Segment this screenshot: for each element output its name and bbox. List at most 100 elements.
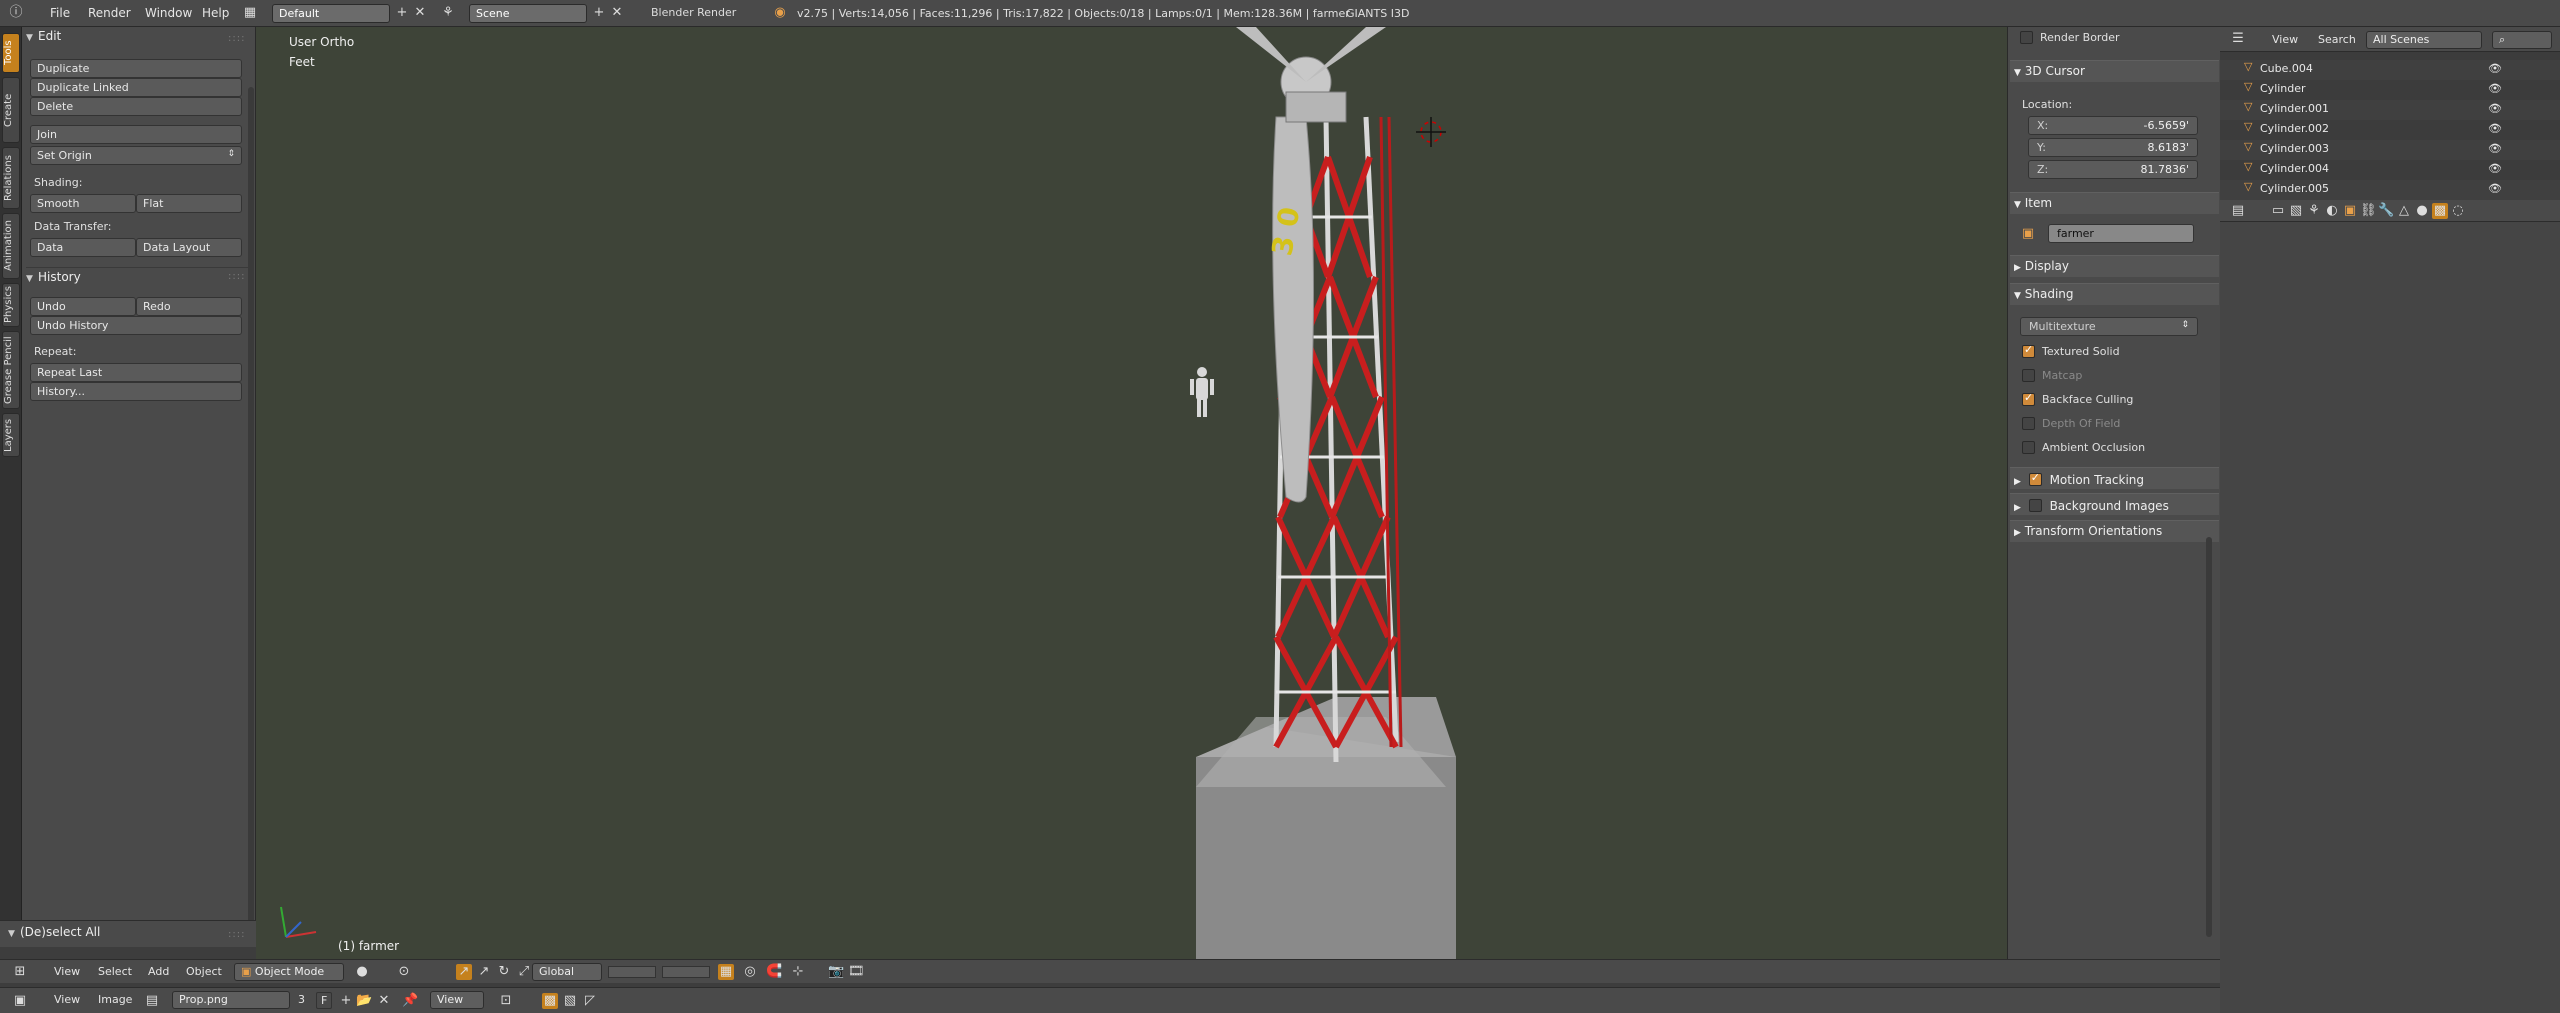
world-tab-icon[interactable]: ◐: [2324, 203, 2340, 219]
transform-orientations-panel-header[interactable]: ▶ Transform Orientations: [2010, 520, 2219, 542]
backface-culling-checkbox[interactable]: [2022, 391, 2035, 406]
add-scene-icon[interactable]: +: [591, 5, 607, 21]
material-tab-icon[interactable]: ●: [2414, 203, 2430, 219]
motion-tracking-checkbox[interactable]: [2028, 471, 2042, 486]
visibility-eye-icon[interactable]: 👁: [2488, 82, 2502, 95]
view-menu[interactable]: View: [50, 964, 84, 981]
tab-create[interactable]: Create: [2, 77, 20, 143]
render-tab-icon[interactable]: ▭: [2270, 203, 2286, 219]
snap-magnet-icon[interactable]: 🧲: [766, 964, 782, 980]
screen-layout-icon[interactable]: ▦: [242, 5, 258, 21]
render-border-checkbox[interactable]: [2020, 31, 2033, 44]
outliner-search-menu[interactable]: Search: [2314, 32, 2360, 49]
set-origin-select[interactable]: Set Origin ⇕: [30, 146, 242, 165]
tab-grease-pencil[interactable]: Grease Pencil: [2, 331, 20, 409]
visibility-eye-icon[interactable]: 👁: [2488, 102, 2502, 115]
outliner-row[interactable]: ▽ Cylinder 👁: [2220, 80, 2560, 100]
object-menu[interactable]: Object: [182, 964, 226, 981]
add-menu[interactable]: Add: [144, 964, 173, 981]
data-button[interactable]: Data: [30, 238, 136, 257]
physics-tab-icon[interactable]: ◌: [2450, 203, 2466, 219]
image-view-mode-select[interactable]: View: [430, 991, 484, 1009]
motion-tracking-panel-header[interactable]: ▶ Motion Tracking: [2010, 467, 2219, 489]
pin-image-icon[interactable]: 📌: [402, 993, 418, 1009]
tab-relations[interactable]: Relations: [2, 147, 20, 209]
manipulator-toggle-icon[interactable]: ↗: [456, 964, 472, 980]
scene-tab-icon[interactable]: ⚘: [2306, 203, 2322, 219]
layers-grid-right[interactable]: [662, 966, 710, 978]
cursor-panel-header[interactable]: ▼ 3D Cursor: [2010, 60, 2219, 82]
pivot-point-icon[interactable]: ⊙: [396, 964, 412, 980]
scale-manipulator-icon[interactable]: ⤢: [516, 964, 532, 980]
outliner-row[interactable]: ▽ Cylinder.005 👁: [2220, 180, 2560, 200]
delete-button[interactable]: Delete: [30, 97, 242, 116]
image-editor-icon[interactable]: ▣: [12, 993, 28, 1009]
flat-button[interactable]: Flat: [136, 194, 242, 213]
proportional-edit-icon[interactable]: ◎: [742, 964, 758, 980]
data-tab-icon[interactable]: △: [2396, 203, 2412, 219]
visibility-eye-icon[interactable]: 👁: [2488, 142, 2502, 155]
properties-scrollbar[interactable]: [2206, 537, 2212, 937]
3d-view-editor-icon[interactable]: ⊞: [12, 964, 28, 980]
visibility-eye-icon[interactable]: 👁: [2488, 182, 2502, 195]
scene-icon[interactable]: ⚘: [440, 5, 456, 21]
lock-camera-layers-icon[interactable]: ▦: [718, 964, 734, 980]
outliner-editor-icon[interactable]: ☰: [2230, 31, 2246, 47]
image-view-menu[interactable]: View: [50, 992, 84, 1009]
menu-render[interactable]: Render: [88, 6, 131, 20]
outliner-view-menu[interactable]: View: [2268, 32, 2302, 49]
textured-solid-checkbox[interactable]: [2022, 343, 2035, 358]
constraints-tab-icon[interactable]: ⛓: [2360, 203, 2377, 219]
menu-file[interactable]: File: [50, 6, 70, 20]
texture-tab-icon[interactable]: ▩: [2432, 203, 2448, 219]
duplicate-linked-button[interactable]: Duplicate Linked: [30, 78, 242, 97]
tab-physics[interactable]: Physics: [2, 283, 20, 327]
undo-history-button[interactable]: Undo History: [30, 316, 242, 335]
remove-layout-icon[interactable]: ✕: [412, 5, 428, 21]
toolshelf-scrollbar[interactable]: [248, 87, 254, 937]
add-layout-icon[interactable]: +: [394, 5, 410, 21]
object-name-field[interactable]: farmer: [2048, 224, 2194, 243]
info-editor-icon[interactable]: ⓘ: [8, 5, 24, 21]
modifiers-tab-icon[interactable]: 🔧: [2378, 203, 2394, 219]
open-image-icon[interactable]: 📂: [356, 993, 372, 1009]
history-button[interactable]: History...: [30, 382, 242, 401]
pivot-icon[interactable]: ⊡: [498, 993, 514, 1009]
tab-animation[interactable]: Animation: [2, 213, 20, 279]
object-tab-icon[interactable]: ▣: [2342, 203, 2358, 219]
shading-panel-header[interactable]: ▼ Shading: [2010, 283, 2219, 305]
visibility-eye-icon[interactable]: 👁: [2488, 162, 2502, 175]
matcap-checkbox[interactable]: [2022, 369, 2035, 382]
outliner-row[interactable]: ▽ Cylinder.001 👁: [2220, 100, 2560, 120]
ambient-occlusion-checkbox[interactable]: [2022, 441, 2035, 454]
snap-element-icon[interactable]: ⊹: [790, 964, 806, 980]
image-menu[interactable]: Image: [94, 992, 136, 1009]
panel-drag-handle-icon[interactable]: ::::: [228, 929, 245, 940]
outliner-display-mode-select[interactable]: All Scenes: [2366, 31, 2482, 49]
tab-layers[interactable]: Layers: [2, 413, 20, 457]
tab-tools[interactable]: Tools: [2, 33, 20, 73]
image-channels-icon[interactable]: ▩: [542, 993, 558, 1009]
display-panel-header[interactable]: ▶ Display: [2010, 255, 2219, 277]
image-display-icon[interactable]: ▧: [562, 993, 578, 1009]
repeat-last-button[interactable]: Repeat Last: [30, 363, 242, 382]
panel-drag-handle-icon[interactable]: ::::: [228, 33, 245, 44]
image-browse-icon[interactable]: ▤: [144, 993, 160, 1009]
opengl-animation-icon[interactable]: 🎞: [848, 964, 865, 980]
3d-viewport[interactable]: User Ortho Feet (1) farmer 3 0: [256, 27, 2007, 959]
new-image-icon[interactable]: +: [338, 993, 354, 1009]
outliner-row[interactable]: ▽ Cylinder.003 👁: [2220, 140, 2560, 160]
viewport-shading-icon[interactable]: ●: [354, 964, 370, 980]
outliner-row[interactable]: ▽ Cube.004 👁: [2220, 60, 2560, 80]
select-menu[interactable]: Select: [94, 964, 136, 981]
outliner-row[interactable]: ▽ Cylinder.002 👁: [2220, 120, 2560, 140]
properties-editor-icon[interactable]: ▤: [2230, 203, 2246, 219]
smooth-button[interactable]: Smooth: [30, 194, 136, 213]
visibility-eye-icon[interactable]: 👁: [2488, 62, 2502, 75]
deselect-all-header[interactable]: ▼ (De)select All: [8, 925, 234, 945]
visibility-eye-icon[interactable]: 👁: [2488, 122, 2502, 135]
rotate-manipulator-icon[interactable]: ↻: [496, 964, 512, 980]
menu-help[interactable]: Help: [202, 6, 229, 20]
redo-button[interactable]: Redo: [136, 297, 242, 316]
panel-drag-handle-icon[interactable]: ::::: [228, 271, 245, 282]
